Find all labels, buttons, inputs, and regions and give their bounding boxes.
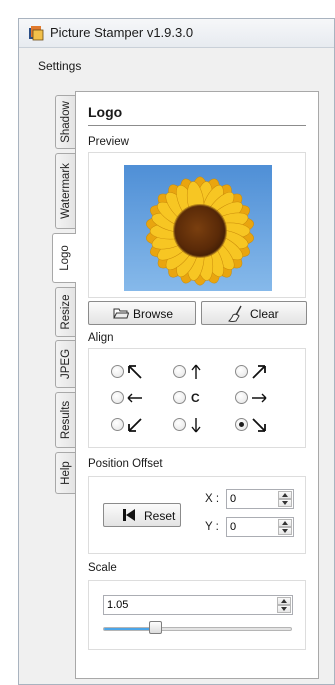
- scale-box: [88, 580, 306, 650]
- heading-divider: [88, 125, 306, 126]
- x-offset-spinner[interactable]: [226, 489, 294, 509]
- x-offset-input[interactable]: [230, 492, 270, 506]
- align-center-text: C: [191, 391, 200, 405]
- arrow-up-left-icon: [128, 365, 142, 379]
- align-top-radio[interactable]: [173, 365, 186, 378]
- x-label: X :: [205, 493, 220, 505]
- preview-box: [88, 152, 306, 298]
- folder-icon: [113, 308, 129, 319]
- browse-button[interactable]: Browse: [88, 301, 196, 325]
- clear-label: Clear: [250, 307, 279, 321]
- tab-help[interactable]: Help: [55, 452, 75, 494]
- tab-label: JPEG: [59, 348, 72, 380]
- scale-slider-thumb[interactable]: [149, 621, 163, 634]
- offset-label: Position Offset: [88, 458, 163, 470]
- y-decrement-button[interactable]: [278, 527, 292, 535]
- align-center-radio[interactable]: [173, 391, 186, 404]
- arrow-left-icon: [127, 393, 142, 403]
- tab-label: Watermark: [59, 163, 72, 219]
- broom-icon: [228, 305, 242, 322]
- tab-results[interactable]: Results: [55, 392, 75, 448]
- align-bottom-left-radio[interactable]: [111, 418, 124, 431]
- browse-label: Browse: [133, 307, 174, 321]
- tab-watermark[interactable]: Watermark: [55, 153, 75, 229]
- arrow-down-left-icon: [128, 418, 142, 432]
- logo-preview-image: [124, 165, 272, 291]
- skip-back-icon: [123, 509, 135, 521]
- reset-label: Reset: [144, 509, 176, 523]
- tab-label: Shadow: [59, 101, 72, 143]
- tab-shadow[interactable]: Shadow: [55, 95, 75, 149]
- arrow-up-right-icon: [252, 365, 266, 379]
- offset-box: Reset X : Y :: [88, 476, 306, 554]
- app-window: Picture Stamper v1.9.3.0 Settings Shadow…: [18, 18, 335, 685]
- y-increment-button[interactable]: [278, 519, 292, 527]
- tab-label: Logo: [58, 245, 71, 271]
- window-title: Picture Stamper v1.9.3.0: [50, 25, 194, 40]
- x-decrement-button[interactable]: [278, 499, 292, 507]
- y-offset-spin-buttons: [278, 519, 292, 535]
- clear-button[interactable]: Clear: [201, 301, 307, 325]
- align-bottom-radio[interactable]: [173, 418, 186, 431]
- reset-button[interactable]: Reset: [103, 503, 181, 527]
- y-label: Y :: [205, 521, 219, 533]
- scale-input[interactable]: [107, 598, 220, 612]
- align-label: Align: [88, 332, 114, 344]
- title-bar[interactable]: Picture Stamper v1.9.3.0: [19, 19, 334, 48]
- arrow-up-icon: [191, 364, 201, 379]
- y-offset-spinner[interactable]: [226, 517, 294, 537]
- tab-resize[interactable]: Resize: [55, 287, 75, 337]
- tab-jpeg[interactable]: JPEG: [55, 340, 75, 388]
- scale-spin-buttons: [277, 597, 291, 613]
- scale-label: Scale: [88, 562, 117, 574]
- scale-increment-button[interactable]: [277, 597, 291, 605]
- preview-label: Preview: [88, 136, 129, 148]
- tab-logo[interactable]: Logo: [52, 233, 76, 283]
- scale-decrement-button[interactable]: [277, 605, 291, 613]
- scale-slider-track[interactable]: [103, 627, 292, 631]
- app-icon: [29, 26, 44, 41]
- x-increment-button[interactable]: [278, 491, 292, 499]
- x-offset-spin-buttons: [278, 491, 292, 507]
- menu-settings[interactable]: Settings: [38, 59, 81, 73]
- y-offset-input[interactable]: [230, 520, 270, 534]
- tab-label: Resize: [59, 294, 72, 330]
- align-right-radio[interactable]: [235, 391, 248, 404]
- align-top-left-radio[interactable]: [111, 365, 124, 378]
- align-box: C: [88, 348, 306, 448]
- arrow-down-icon: [191, 418, 201, 433]
- align-top-right-radio[interactable]: [235, 365, 248, 378]
- tab-label: Help: [59, 461, 72, 485]
- align-bottom-right-radio[interactable]: [235, 418, 248, 431]
- scale-spinner[interactable]: [103, 595, 293, 615]
- align-left-radio[interactable]: [111, 391, 124, 404]
- arrow-right-icon: [252, 393, 267, 403]
- tab-label: Results: [59, 400, 72, 440]
- panel-heading: Logo: [88, 104, 123, 120]
- arrow-down-right-icon: [252, 418, 266, 432]
- logo-panel: Logo Preview Browse Clear Align C Positi…: [75, 91, 319, 679]
